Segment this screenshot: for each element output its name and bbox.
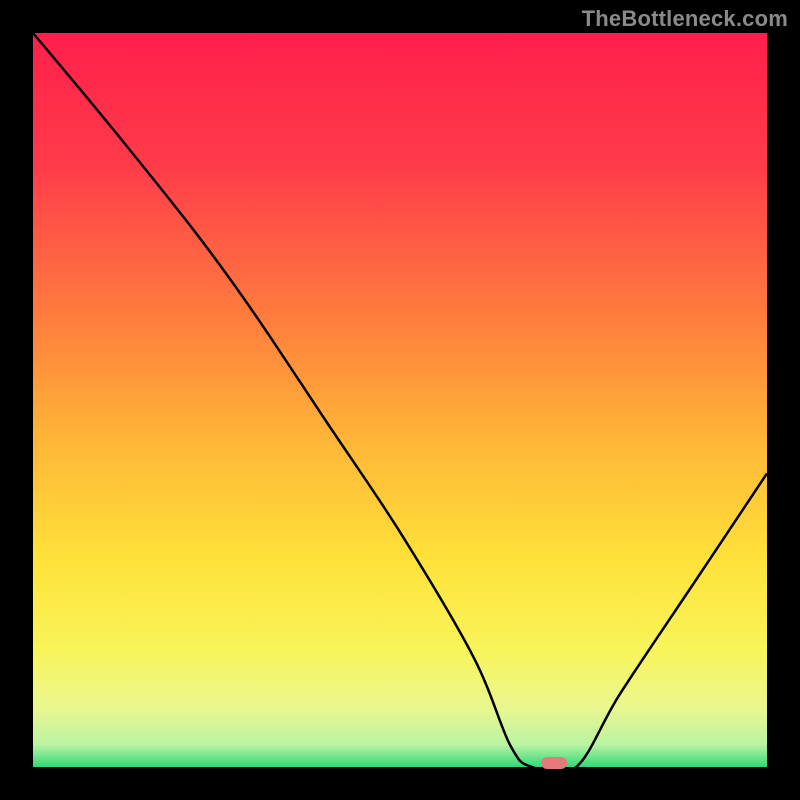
min-marker — [541, 757, 567, 769]
chart-svg — [0, 0, 800, 800]
plot-background — [33, 33, 767, 767]
chart-frame: { "watermark": "TheBottleneck.com", "cha… — [0, 0, 800, 800]
